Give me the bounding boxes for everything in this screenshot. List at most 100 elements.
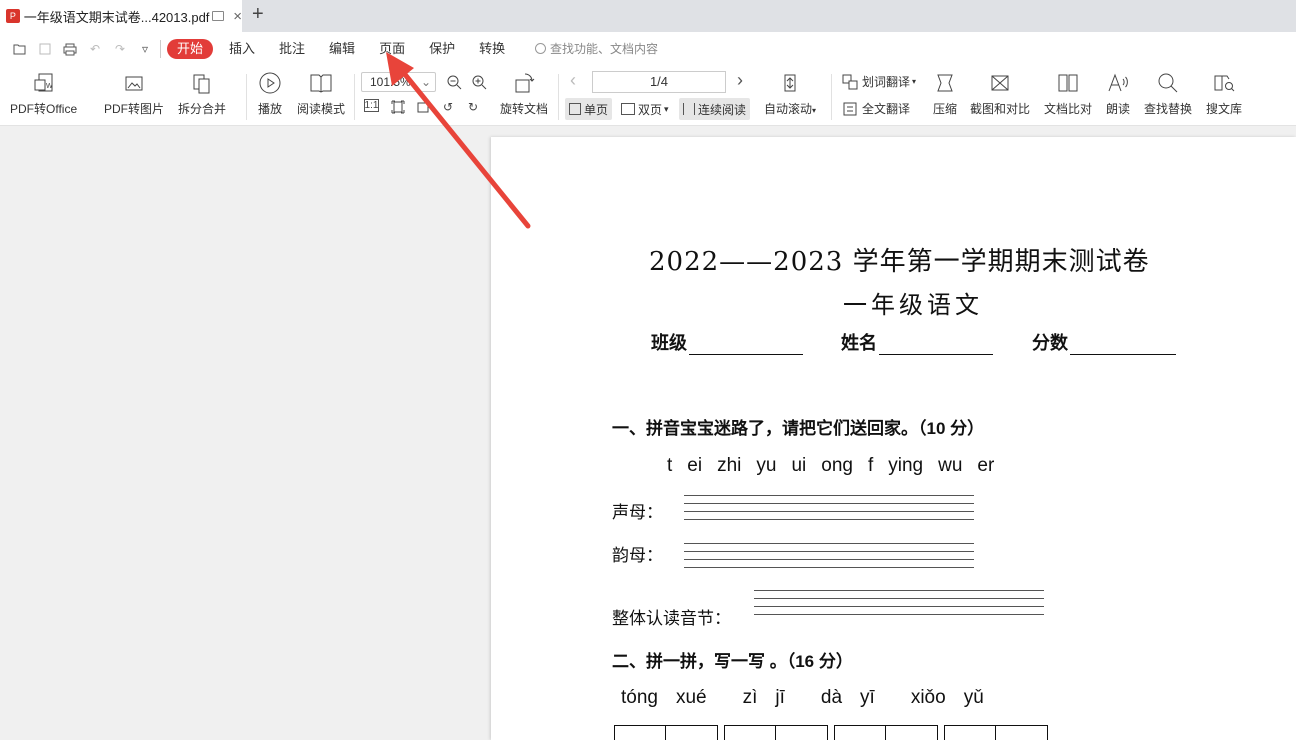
find-replace-label: 查找替换 xyxy=(1144,102,1193,116)
customize-dropdown-icon[interactable]: ▿ xyxy=(137,41,153,57)
grid-block xyxy=(834,725,938,740)
tab-title: 一年级语文期末试卷...42013.pdf xyxy=(23,9,210,25)
exam-subtitle: 一年级语文 xyxy=(843,291,983,319)
close-tab-icon[interactable]: × xyxy=(233,8,242,25)
zoom-value: 101.5% xyxy=(370,75,411,89)
continuous-read-icon xyxy=(683,103,695,115)
next-page-icon[interactable]: › xyxy=(737,70,743,91)
name-field: 姓名 xyxy=(841,329,993,355)
screenshot-compare-label: 截图和对比 xyxy=(970,102,1031,116)
page-number-input[interactable]: 1/4 xyxy=(592,71,726,93)
screenshot-compare-button[interactable]: 截图和对比 xyxy=(970,70,1030,117)
menu-convert[interactable]: 转换 xyxy=(479,39,505,59)
read-mode-label: 阅读模式 xyxy=(297,102,346,116)
rotate-right-icon[interactable]: ↻ xyxy=(464,98,482,116)
read-aloud-button[interactable]: 朗读 xyxy=(1105,70,1131,117)
menu-edit[interactable]: 编辑 xyxy=(329,39,355,59)
compress-icon xyxy=(932,70,958,96)
zoom-in-icon[interactable] xyxy=(470,73,488,91)
pinyin-item: ying xyxy=(888,455,924,476)
pdf-to-office-button[interactable]: W PDF转Office xyxy=(10,70,77,117)
find-replace-button[interactable]: 查找替换 xyxy=(1144,70,1192,117)
document-tab[interactable]: P 一年级语文期末试卷...42013.pdf × xyxy=(0,0,242,32)
screenshot-icon xyxy=(987,70,1013,96)
compress-label: 压缩 xyxy=(932,102,957,116)
ribbon-divider xyxy=(831,74,832,120)
continuous-read-button[interactable]: 连续阅读 xyxy=(679,98,751,120)
fit-width-icon[interactable] xyxy=(414,98,432,116)
pdf-file-icon: P xyxy=(6,9,20,23)
zoom-out-icon[interactable] xyxy=(445,73,463,91)
save-icon[interactable] xyxy=(37,41,53,57)
score-blank xyxy=(1070,337,1176,355)
redo-icon[interactable]: ↷ xyxy=(112,41,128,57)
grid-block xyxy=(944,725,1048,740)
single-page-icon xyxy=(569,103,581,115)
translate-icon xyxy=(842,74,858,90)
rotate-doc-icon xyxy=(511,70,537,96)
class-field: 班级 xyxy=(651,329,803,355)
menu-protect[interactable]: 保护 xyxy=(429,39,455,59)
ribbon-divider xyxy=(246,74,247,120)
single-page-button[interactable]: 单页 xyxy=(565,98,613,120)
word-translate-button[interactable]: 划词翻译 ▾ xyxy=(842,73,916,90)
rotate-doc-button[interactable]: 旋转文档 xyxy=(500,70,548,117)
new-tab-button[interactable]: + xyxy=(252,3,264,26)
fit-page-icon[interactable] xyxy=(389,98,407,116)
prev-page-icon[interactable]: ‹ xyxy=(570,70,576,91)
grid-block xyxy=(724,725,828,740)
undo-icon[interactable]: ↶ xyxy=(87,41,103,57)
actual-size-icon[interactable]: 1:1 xyxy=(364,99,379,112)
tab-strip: P 一年级语文期末试卷...42013.pdf × + xyxy=(0,0,1296,32)
name-label: 姓名 xyxy=(841,333,877,353)
search-icon xyxy=(535,43,546,54)
play-button[interactable]: 播放 xyxy=(257,70,283,117)
document-workspace[interactable]: 2022——2023 学年第一学期期末测试卷 一年级语文 班级 姓名 分数 一、… xyxy=(0,127,1296,740)
name-blank xyxy=(879,337,993,355)
yunmu-writing-lines xyxy=(684,543,974,572)
double-page-button[interactable]: 双页 ▾ xyxy=(617,98,673,120)
search-box[interactable]: 查找功能、文档内容 xyxy=(535,40,658,57)
pinyin-item: yu xyxy=(756,455,777,476)
yunmu-label: 韵母： xyxy=(612,546,663,566)
shengmu-label: 声母： xyxy=(612,503,663,523)
print-icon[interactable] xyxy=(62,41,78,57)
main-menu: 开始 插入 批注 编辑 页面 保护 转换 xyxy=(167,39,529,59)
read-aloud-label: 朗读 xyxy=(1105,102,1130,116)
pdf-to-office-icon: W xyxy=(31,70,57,96)
full-translate-button[interactable]: 全文翻译 xyxy=(842,100,910,117)
search-library-button[interactable]: 搜文库 xyxy=(1206,70,1242,117)
menu-start[interactable]: 开始 xyxy=(167,39,214,59)
class-blank xyxy=(689,337,803,355)
shengmu-writing-lines xyxy=(684,495,974,524)
rotate-left-icon[interactable]: ↺ xyxy=(439,98,457,116)
exam-title: 2022——2023 学年第一学期期末测试卷 xyxy=(649,247,1150,277)
split-merge-button[interactable]: 拆分合并 xyxy=(178,70,226,117)
double-page-label: 双页 xyxy=(638,102,663,117)
pinyin-item: ei xyxy=(687,455,703,476)
score-label: 分数 xyxy=(1032,333,1068,353)
word-translate-label: 划词翻译 xyxy=(862,75,911,89)
pinyin-list-1: t ei zhi yu ui ong f ying wu er xyxy=(667,455,1009,477)
menu-annotate[interactable]: 批注 xyxy=(279,39,305,59)
pinyin-item: wu xyxy=(938,455,963,476)
read-mode-button[interactable]: 阅读模式 xyxy=(297,70,345,117)
compress-button[interactable]: 压缩 xyxy=(932,70,958,117)
menu-page[interactable]: 页面 xyxy=(379,39,405,59)
open-folder-icon[interactable] xyxy=(12,41,28,57)
pinyin-item: dà xyxy=(820,687,843,708)
menu-insert[interactable]: 插入 xyxy=(229,39,255,59)
pdf-to-image-icon xyxy=(121,70,147,96)
zoom-select[interactable]: 101.5% ⌄ xyxy=(361,72,436,92)
auto-scroll-icon xyxy=(777,70,803,96)
library-search-icon xyxy=(1211,70,1237,96)
read-aloud-icon xyxy=(1105,70,1131,96)
search-library-label: 搜文库 xyxy=(1206,102,1243,116)
search-icon xyxy=(1155,70,1181,96)
pinyin-item: er xyxy=(977,455,995,476)
auto-scroll-button[interactable]: 自动滚动▾ xyxy=(764,70,816,117)
pdf-to-image-button[interactable]: PDF转图片 xyxy=(104,70,164,117)
book-icon xyxy=(308,70,334,96)
grid-block xyxy=(614,725,718,740)
doc-compare-button[interactable]: 文档比对 xyxy=(1044,70,1092,117)
